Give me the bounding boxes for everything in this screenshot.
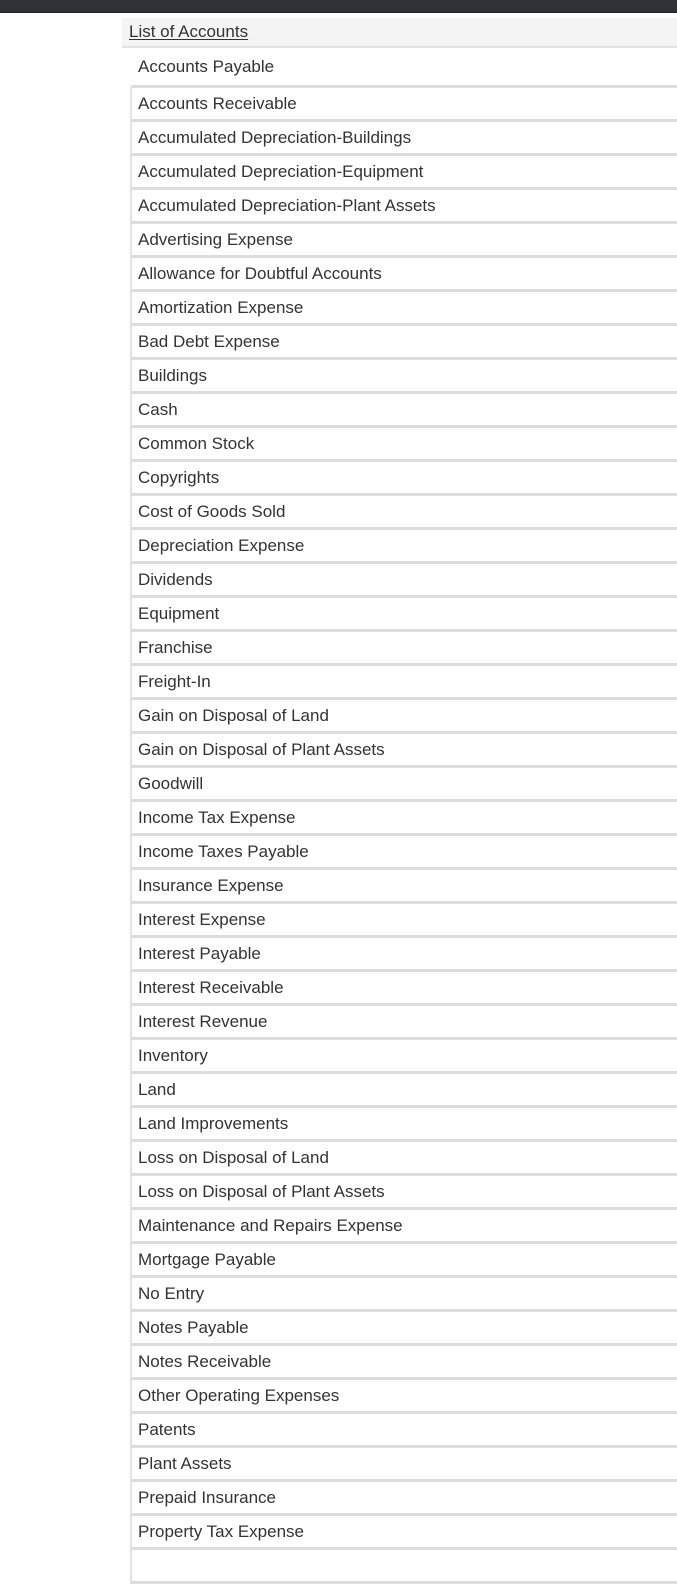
account-list-item[interactable]: Accounts Payable — [130, 48, 677, 88]
account-name: Dividends — [138, 569, 213, 589]
account-list-item[interactable]: Goodwill — [130, 768, 677, 802]
account-name: Interest Expense — [138, 909, 266, 929]
account-list-item[interactable]: Interest Receivable — [130, 972, 677, 1006]
account-name: Accumulated Depreciation-Plant Assets — [138, 195, 436, 215]
account-list-item[interactable]: Common Stock — [130, 428, 677, 462]
account-list-item[interactable]: Mortgage Payable — [130, 1244, 677, 1278]
panel-header: List of Accounts — [122, 18, 677, 48]
account-list-item[interactable]: No Entry — [130, 1278, 677, 1312]
account-name: Interest Receivable — [138, 977, 284, 997]
account-name: Amortization Expense — [138, 297, 304, 317]
account-list-item[interactable]: Copyrights — [130, 462, 677, 496]
account-list-item[interactable]: Patents — [130, 1414, 677, 1448]
account-name: Copyrights — [138, 467, 220, 487]
account-list-item[interactable]: Interest Expense — [130, 904, 677, 938]
account-name: Freight-In — [138, 671, 211, 691]
account-list-item[interactable]: Freight-In — [130, 666, 677, 700]
account-list-item[interactable]: Notes Receivable — [130, 1346, 677, 1380]
account-name: Prepaid Insurance — [138, 1487, 276, 1507]
account-list-item[interactable]: Equipment — [130, 598, 677, 632]
account-name: Cash — [138, 399, 178, 419]
account-list-item[interactable]: Loss on Disposal of Plant Assets — [130, 1176, 677, 1210]
account-name: Inventory — [138, 1045, 208, 1065]
account-list-item[interactable]: Notes Payable — [130, 1312, 677, 1346]
account-name: Accumulated Depreciation-Buildings — [138, 127, 412, 147]
account-name: Land — [138, 1079, 176, 1099]
account-name: Common Stock — [138, 433, 255, 453]
account-name: Notes Payable — [138, 1317, 249, 1337]
account-list-item[interactable]: Land Improvements — [130, 1108, 677, 1142]
account-list-item[interactable]: Gain on Disposal of Plant Assets — [130, 734, 677, 768]
account-list-item[interactable]: Depreciation Expense — [130, 530, 677, 564]
account-list-item[interactable]: Interest Payable — [130, 938, 677, 972]
account-name: Allowance for Doubtful Accounts — [138, 263, 382, 283]
account-list-item[interactable]: Insurance Expense — [130, 870, 677, 904]
account-name: Income Taxes Payable — [138, 841, 309, 861]
account-name: Interest Payable — [138, 943, 261, 963]
account-name: Goodwill — [138, 773, 204, 793]
top-toolbar — [0, 0, 677, 13]
account-list-item[interactable]: Maintenance and Repairs Expense — [130, 1210, 677, 1244]
account-name: Plant Assets — [138, 1453, 232, 1473]
account-list-item[interactable]: Franchise — [130, 632, 677, 666]
account-list-item[interactable]: Interest Revenue — [130, 1006, 677, 1040]
account-name: Advertising Expense — [138, 229, 293, 249]
account-list-item[interactable]: Plant Assets — [130, 1448, 677, 1482]
account-name: No Entry — [138, 1283, 205, 1303]
account-name: Mortgage Payable — [138, 1249, 276, 1269]
account-list-item[interactable]: Property Tax Expense — [130, 1516, 677, 1550]
list-of-accounts-link[interactable]: List of Accounts — [129, 22, 248, 42]
account-list-item[interactable]: Accounts Receivable — [130, 88, 677, 122]
account-name: Interest Revenue — [138, 1011, 268, 1031]
account-list-item[interactable]: Cost of Goods Sold — [130, 496, 677, 530]
account-list-item[interactable]: Land — [130, 1074, 677, 1108]
account-name: Accumulated Depreciation-Equipment — [138, 161, 424, 181]
account-name: Equipment — [138, 603, 220, 623]
account-list-item[interactable]: Income Tax Expense — [130, 802, 677, 836]
account-name: Notes Receivable — [138, 1351, 272, 1371]
account-list-item[interactable]: Accumulated Depreciation-Buildings — [130, 122, 677, 156]
account-name: Accounts Receivable — [138, 93, 297, 113]
account-name: Buildings — [138, 365, 207, 385]
account-name: Maintenance and Repairs Expense — [138, 1215, 403, 1235]
account-name: Loss on Disposal of Land — [138, 1147, 329, 1167]
account-list-item[interactable]: Accumulated Depreciation-Equipment — [130, 156, 677, 190]
account-list-item[interactable]: Gain on Disposal of Land — [130, 700, 677, 734]
account-name: Insurance Expense — [138, 875, 284, 895]
account-name: Franchise — [138, 637, 213, 657]
account-list: Accounts Payable Accounts Receivable Accum… — [130, 48, 677, 1584]
account-name: Gain on Disposal of Land — [138, 705, 329, 725]
account-list-item[interactable] — [130, 1550, 677, 1584]
account-list-item[interactable]: Buildings — [130, 360, 677, 394]
account-name: Depreciation Expense — [138, 535, 305, 555]
account-list-item[interactable]: Amortization Expense — [130, 292, 677, 326]
account-name: Bad Debt Expense — [138, 331, 280, 351]
account-list-panel: List of Accounts Accounts Payable Account… — [122, 18, 677, 1584]
account-list-item[interactable]: Advertising Expense — [130, 224, 677, 258]
account-list-item[interactable]: Other Operating Expenses — [130, 1380, 677, 1414]
account-list-item[interactable]: Accumulated Depreciation-Plant Assets — [130, 190, 677, 224]
account-name: Income Tax Expense — [138, 807, 296, 827]
account-name: Loss on Disposal of Plant Assets — [138, 1181, 385, 1201]
account-name: Patents — [138, 1419, 196, 1439]
account-list-item[interactable]: Loss on Disposal of Land — [130, 1142, 677, 1176]
account-name: Cost of Goods Sold — [138, 501, 286, 521]
account-list-item[interactable]: Income Taxes Payable — [130, 836, 677, 870]
account-name: Gain on Disposal of Plant Assets — [138, 739, 385, 759]
account-list-item[interactable]: Dividends — [130, 564, 677, 598]
account-name: Other Operating Expenses — [138, 1385, 340, 1405]
account-list-item[interactable]: Bad Debt Expense — [130, 326, 677, 360]
account-list-item[interactable]: Prepaid Insurance — [130, 1482, 677, 1516]
account-list-item[interactable]: Cash — [130, 394, 677, 428]
account-name: Property Tax Expense — [138, 1521, 304, 1541]
account-list-item[interactable]: Allowance for Doubtful Accounts — [130, 258, 677, 292]
account-name: Land Improvements — [138, 1113, 289, 1133]
account-list-item[interactable]: Inventory — [130, 1040, 677, 1074]
account-name: Accounts Payable — [138, 56, 275, 76]
